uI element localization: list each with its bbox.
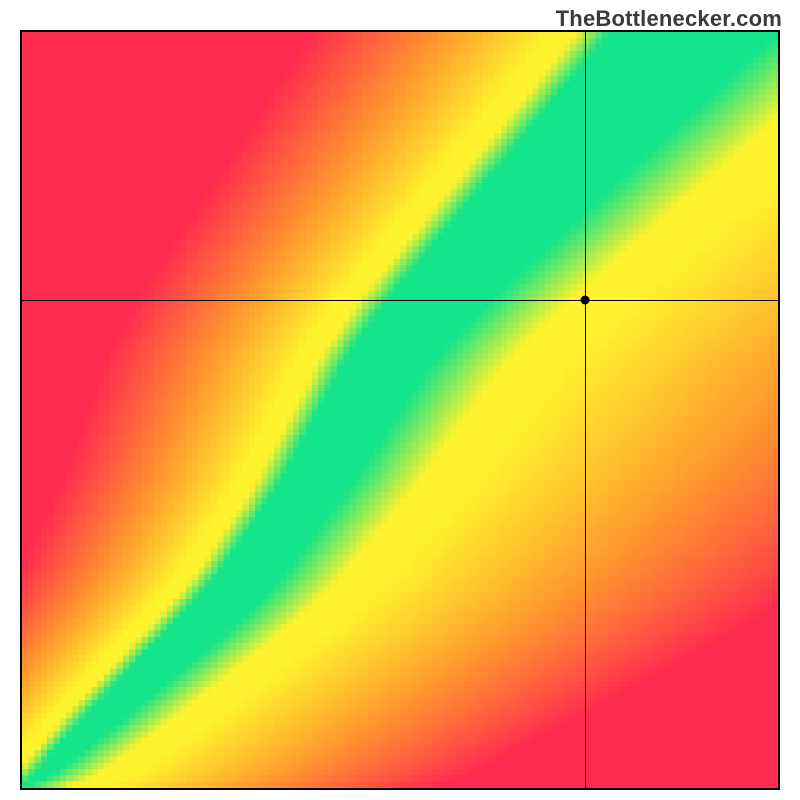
heatmap-canvas — [22, 32, 778, 788]
watermark-text: TheBottlenecker.com — [556, 6, 782, 32]
crosshair-vertical — [585, 32, 586, 788]
marker-dot — [581, 296, 590, 305]
crosshair-horizontal — [22, 300, 778, 301]
chart-container: TheBottlenecker.com — [0, 0, 800, 800]
